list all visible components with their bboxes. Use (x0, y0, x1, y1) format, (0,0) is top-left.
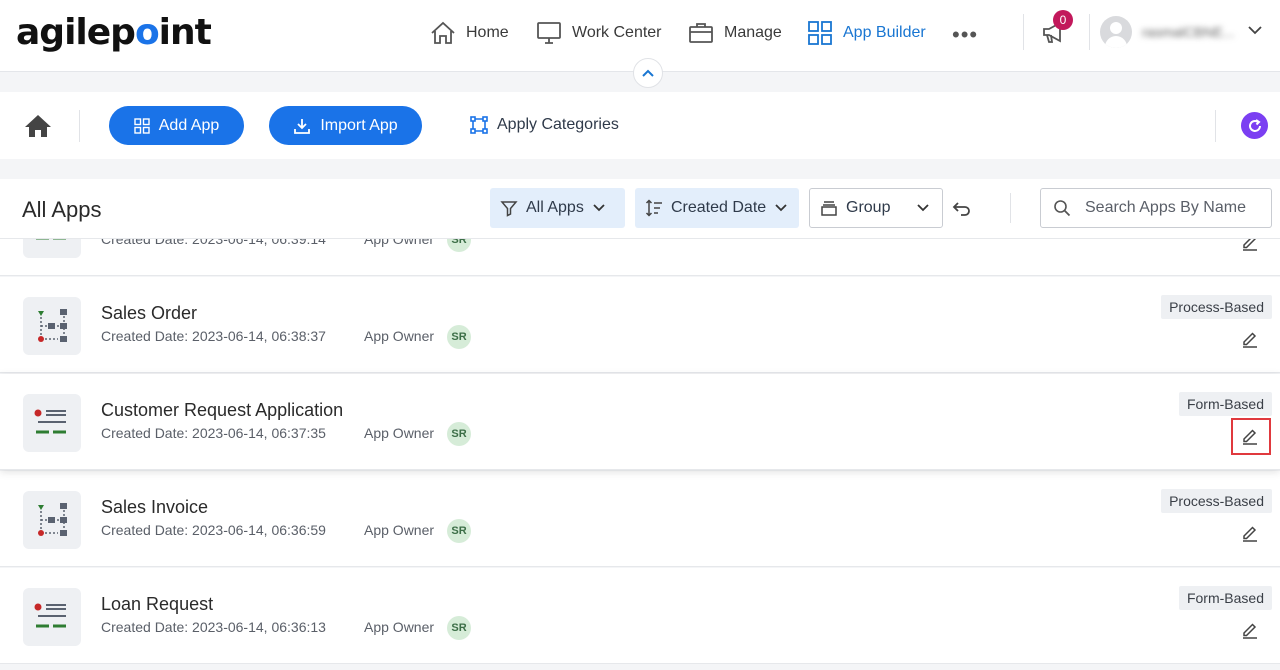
app-name[interactable]: Loan Request (101, 594, 213, 615)
nav-item-app-builder[interactable]: App Builder (807, 20, 926, 46)
apps-list-header: All Apps All Apps Created Date Group (0, 179, 1280, 239)
group-dropdown[interactable]: Group (809, 188, 943, 228)
apply-categories-label: Apply Categories (497, 116, 619, 133)
home-outline-icon (431, 21, 455, 44)
edit-button-highlight (1231, 418, 1271, 455)
filter-icon (500, 201, 518, 217)
edit-pencil-icon[interactable] (1241, 621, 1259, 639)
form-app-icon (23, 588, 81, 646)
chevron-down-icon (917, 204, 929, 212)
import-app-button[interactable]: Import App (269, 106, 422, 145)
group-label: Group (846, 199, 891, 216)
toolbar-divider (79, 110, 80, 142)
owner-avatar: SR (447, 519, 471, 543)
search-box[interactable] (1040, 188, 1272, 228)
toolbar-divider (1215, 110, 1216, 142)
created-date: Created Date: 2023-06-14, 06:37:35 (101, 425, 326, 441)
nav-item-app-builder-label: App Builder (843, 24, 926, 41)
add-app-button[interactable]: Add App (109, 106, 244, 145)
app-builder-toolbar: Add App Import App Apply Categories (0, 92, 1280, 159)
add-grid-icon (134, 117, 150, 134)
search-input[interactable] (1085, 199, 1255, 217)
app-name[interactable]: Customer Request Application (101, 400, 343, 421)
nav-item-manage[interactable]: Manage (688, 20, 782, 46)
app-owner-label: App Owner (364, 239, 435, 247)
group-icon (821, 201, 837, 216)
created-date: Created Date: 2023-06-14, 06:38:37 (101, 328, 326, 344)
process-app-icon (23, 491, 81, 549)
nav-item-home-label: Home (466, 24, 509, 41)
app-row[interactable]: Sales Invoice Created Date: 2023-06-14, … (0, 471, 1280, 567)
app-type-tag: Process-Based (1161, 489, 1272, 513)
header-divider (1010, 193, 1011, 223)
chevron-down-icon[interactable] (1248, 25, 1262, 35)
categories-icon (470, 116, 488, 134)
chevron-up-icon (642, 69, 654, 77)
filter-label: All Apps (526, 199, 584, 216)
app-row-selected[interactable]: Customer Request Application Created Dat… (0, 374, 1280, 470)
user-avatar[interactable] (1100, 16, 1132, 48)
home-icon[interactable] (24, 114, 52, 143)
app-owner-label: App Owner (364, 425, 435, 441)
reset-undo-icon[interactable] (952, 199, 972, 217)
app-type-tag: Process-Based (1161, 295, 1272, 319)
filter-dropdown[interactable]: All Apps (490, 188, 625, 228)
sort-dropdown[interactable]: Created Date (635, 188, 799, 228)
app-list: Created Date: 2023-06-14, 06:39:14 App O… (0, 239, 1280, 670)
apply-categories-button[interactable]: Apply Categories (470, 116, 619, 134)
nav-item-manage-label: Manage (724, 24, 782, 41)
owner-avatar: SR (447, 325, 471, 349)
nav-divider (1089, 14, 1090, 50)
app-name[interactable]: Sales Order (101, 303, 197, 324)
app-row[interactable]: Created Date: 2023-06-14, 06:39:14 App O… (0, 239, 1280, 276)
briefcase-icon (689, 23, 713, 43)
more-menu-icon[interactable]: ••• (952, 22, 978, 48)
edit-pencil-icon[interactable] (1241, 524, 1259, 542)
owner-avatar: SR (447, 239, 471, 252)
sort-label: Created Date (671, 199, 767, 216)
created-date: Created Date: 2023-06-14, 06:39:14 (101, 239, 326, 247)
owner-avatar: SR (447, 616, 471, 640)
form-app-icon (23, 394, 81, 452)
app-type-tag: Form-Based (1178, 392, 1272, 416)
refresh-button[interactable] (1241, 112, 1268, 139)
nav-item-work-center-label: Work Center (572, 24, 662, 41)
created-date: Created Date: 2023-06-14, 06:36:59 (101, 522, 326, 538)
owner-avatar: SR (447, 422, 471, 446)
nav-item-work-center[interactable]: Work Center (536, 20, 662, 46)
chevron-down-icon (775, 204, 787, 212)
add-app-label: Add App (158, 116, 220, 134)
edit-pencil-icon[interactable] (1241, 330, 1259, 348)
app-owner-label: App Owner (364, 619, 435, 635)
agilepoint-logo[interactable]: agilepoint (16, 12, 212, 53)
grid-icon (808, 21, 832, 45)
refresh-icon (1248, 118, 1261, 132)
app-owner-label: App Owner (364, 328, 435, 344)
nav-divider (1023, 14, 1024, 50)
collapse-header-button[interactable] (633, 58, 663, 88)
search-icon (1054, 200, 1071, 217)
chevron-down-icon (593, 204, 605, 212)
process-app-icon (23, 297, 81, 355)
notification-count-badge: 0 (1053, 10, 1073, 30)
user-name[interactable]: rasmalCBNE... (1142, 24, 1235, 40)
page-title: All Apps (22, 197, 102, 222)
form-app-icon (23, 239, 81, 258)
app-type-tag: Form-Based (1178, 586, 1272, 610)
sort-icon (645, 199, 662, 217)
created-date: Created Date: 2023-06-14, 06:36:13 (101, 619, 326, 635)
monitor-icon (537, 22, 561, 44)
app-row[interactable]: Sales Order Created Date: 2023-06-14, 06… (0, 277, 1280, 373)
import-app-label: Import App (320, 116, 398, 134)
app-owner-label: App Owner (364, 522, 435, 538)
app-name[interactable]: Sales Invoice (101, 497, 208, 518)
app-row[interactable]: Loan Request Created Date: 2023-06-14, 0… (0, 568, 1280, 664)
download-icon (294, 118, 311, 134)
nav-item-home[interactable]: Home (430, 20, 509, 46)
edit-pencil-icon[interactable] (1241, 239, 1259, 251)
